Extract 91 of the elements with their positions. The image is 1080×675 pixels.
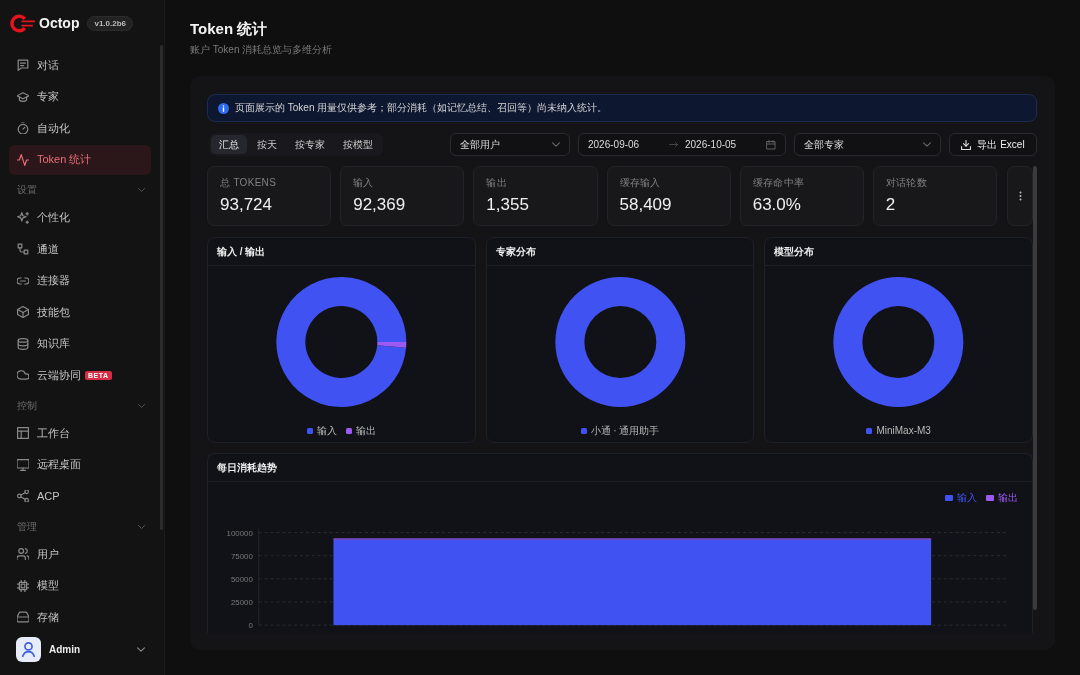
legend-label: 输出 [998,490,1018,505]
legend-label: 输入 [316,423,337,438]
logo-icon [9,13,36,33]
axis-tick-label: 50000 [230,574,253,584]
nav-item[interactable]: ACP [9,481,151,511]
stat-value: 92,369 [353,195,407,215]
nav-item[interactable]: 通道 [9,234,151,264]
layout-icon [17,427,29,439]
nav-item[interactable]: 技能包 [9,297,151,327]
nav-item[interactable]: 模型 [9,570,151,601]
tab[interactable]: 按模型 [335,135,381,154]
scrollbar-thumb[interactable] [1033,166,1037,610]
more-vertical-icon [1018,191,1022,201]
link-icon [17,274,29,287]
cube-icon [17,306,29,318]
chart-title: 模型分布 [774,244,815,259]
user-select[interactable]: 全部用户 [450,133,570,156]
nav-item[interactable]: 存储 [9,602,151,632]
version-badge: v1.0.2b6 [87,15,134,31]
section-header[interactable]: 设置 [17,176,145,201]
nav-item[interactable]: 自动化 [9,113,151,143]
database-icon [17,337,29,350]
legend-label: 输入 [957,490,977,505]
legend-label: 小通 · 通用助手 [590,423,660,438]
stat-label: 输出 [486,176,508,189]
monitor-icon [17,458,29,471]
calendar-icon [766,139,776,150]
tab[interactable]: 按专家 [287,135,333,154]
legend-label: 输出 [355,423,376,438]
section-header[interactable]: 控制 [17,391,145,417]
notice-text: 页面展示的 Token 用量仅供参考；部分消耗（如记忆总结、召回等）尚未纳入统计。 [235,101,608,115]
user-name: Admin [49,643,82,655]
users-icon [17,548,29,560]
chevron-down-icon [138,524,145,529]
axis-tick-label: 100000 [226,528,253,538]
brand-name: Octop [39,15,80,31]
info-icon [218,102,229,114]
axis-tick-label: 75000 [230,551,253,561]
workflow-icon [17,243,29,255]
stat-value: 58,409 [619,195,673,215]
pulse-line-icon [17,153,29,166]
chart-title: 每日消耗趋势 [217,460,277,475]
stat-label: 缓存输入 [619,176,662,189]
nav-item[interactable]: 远程桌面 [9,449,151,480]
axis-tick-label: 25000 [230,597,253,607]
export-button[interactable]: 导出 Excel [949,133,1037,156]
nav-item[interactable]: 个性化 [9,202,151,233]
chevron-down-icon [923,142,931,147]
page-subtitle: 账户 Token 消耗总览与多维分析 [190,43,334,57]
stat-value: 63.0% [752,195,802,215]
hard-drive-icon [17,611,29,623]
stat-label: 总 TOKENS [220,176,278,189]
nav-item[interactable]: 专家 [9,81,151,112]
tab[interactable]: 汇总 [211,135,247,154]
stopwatch-icon [17,122,29,134]
sparkles-icon [17,211,29,224]
end-date[interactable]: 2026-10-05 [685,139,737,150]
nav-item[interactable]: 工作台 [9,418,151,448]
arrow-right-icon [669,142,678,147]
nav-item[interactable]: Token 统计 [9,144,151,175]
stat-value: 93,724 [220,195,273,215]
chevron-down-icon [138,188,145,192]
graduation-cap-icon [17,90,29,103]
chevron-down-icon[interactable] [137,646,145,652]
expert-select[interactable]: 全部专家 [794,133,941,156]
chart-title: 专家分布 [495,244,536,259]
page-title: Token 统计 [190,19,269,39]
axis-tick-label: 0 [248,621,253,631]
tab[interactable]: 按天 [249,135,285,154]
nav-item[interactable]: 知识库 [9,328,151,359]
section-header[interactable]: 管理 [17,512,145,538]
chart-title: 输入 / 输出 [217,244,266,259]
legend-label: MiniMax-M3 [876,425,931,436]
stat-label: 缓存命中率 [752,176,806,189]
avatar-icon[interactable] [16,636,41,662]
more-button[interactable] [1007,166,1034,226]
nav-item[interactable]: 对话 [9,50,151,80]
chevron-down-icon [552,142,560,147]
nav-item[interactable]: 用户 [9,539,151,569]
chevron-down-icon [138,403,145,408]
nav-item[interactable]: 连接器 [9,265,151,296]
share-nodes-icon [17,490,29,502]
chip-icon [17,579,29,592]
start-date[interactable]: 2026-09-06 [588,139,640,150]
date-range-picker[interactable]: 2026-09-06 2026-10-05 [578,133,786,156]
cloud-icon [17,369,29,381]
stat-value: 2 [885,195,897,215]
stat-label: 对话轮数 [885,176,929,189]
stat-label: 输入 [353,176,375,189]
download-icon [961,139,972,150]
stat-value: 1,355 [486,195,530,215]
